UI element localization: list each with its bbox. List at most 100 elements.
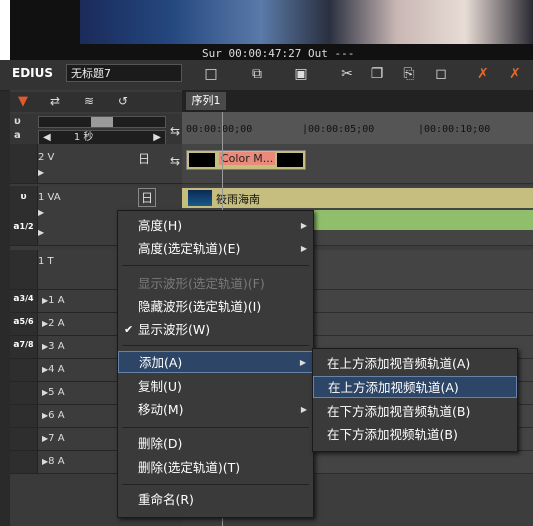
marker-icon[interactable]: ▼ bbox=[18, 94, 28, 109]
lock-icon[interactable]: υ bbox=[10, 192, 37, 202]
tab-sequence-1[interactable]: 序列1 bbox=[186, 92, 226, 110]
menu-item-add[interactable]: 添加(A) ▶ bbox=[118, 351, 313, 373]
preview-margin bbox=[0, 0, 10, 60]
new-project-icon[interactable]: □ bbox=[202, 65, 220, 83]
submenu-arrow-icon: ▶ bbox=[300, 405, 307, 414]
zoom-slider[interactable] bbox=[38, 116, 166, 128]
track-context-menu: 高度(H) ▶ 高度(选定轨道)(E) ▶ 显示波形(选定轨道)(F) 隐藏波形(选… bbox=[117, 210, 314, 518]
menu-item-show-waveform-selected: 显示波形(选定轨道)(F) bbox=[138, 276, 265, 291]
clip-video[interactable]: 筱雨海南 bbox=[182, 188, 533, 208]
expand-icon[interactable]: ▶ bbox=[38, 228, 44, 237]
project-title-field[interactable]: 无标题7 bbox=[66, 64, 182, 82]
track-label: ▶2 A bbox=[42, 318, 65, 329]
sync-icon[interactable]: ↺ bbox=[118, 94, 128, 108]
track-tools-bar: ▼ ⇄ ≋ ↺ bbox=[10, 92, 182, 112]
menu-item-show-waveform[interactable]: ✔ 显示波形(W) bbox=[118, 319, 313, 341]
zoom-left-arrow-icon[interactable]: ◀ bbox=[39, 132, 51, 143]
submenu-item-add-va-above[interactable]: 在上方添加视音频轨道(A) bbox=[313, 353, 517, 375]
stereo-badge: a7/8 bbox=[10, 336, 38, 358]
track-label: ▶5 A bbox=[42, 387, 65, 398]
menu-item-rename[interactable]: 重命名(R) bbox=[118, 489, 313, 511]
track-label: ▶8 A bbox=[42, 456, 65, 467]
submenu-arrow-icon: ▶ bbox=[300, 221, 307, 230]
track-label: 1 VA bbox=[38, 192, 61, 203]
split-icon[interactable]: ⇄ bbox=[50, 94, 60, 108]
sequence-tab-bar bbox=[182, 90, 533, 112]
submenu-arrow-icon: ▶ bbox=[300, 244, 307, 253]
lane-2v[interactable]: Color M... bbox=[182, 144, 533, 184]
ripple-delete-icon[interactable]: ✗ bbox=[506, 65, 524, 83]
menu-item-height-selected[interactable]: 高度(选定轨道)(E) ▶ bbox=[118, 238, 313, 260]
track-label: ▶6 A bbox=[42, 410, 65, 421]
menu-item-delete[interactable]: 删除(D) bbox=[118, 433, 313, 455]
menu-item-delete-selected[interactable]: 删除(选定轨道)(T) bbox=[118, 457, 313, 479]
paste-icon[interactable]: ⎘ bbox=[400, 65, 418, 83]
menu-item-move[interactable]: 移动(M) ▶ bbox=[118, 399, 313, 421]
track-label: 1 T bbox=[38, 256, 54, 267]
time-ruler[interactable]: 00:00:00;00 |00:00:05;00 |00:00:10;00 bbox=[182, 112, 533, 144]
menu-separator bbox=[122, 484, 309, 485]
menu-separator bbox=[122, 345, 309, 346]
submenu-item-add-v-above[interactable]: 在上方添加视频轨道(A) bbox=[313, 376, 517, 398]
menu-item-duplicate[interactable]: 复制(U) bbox=[118, 376, 313, 398]
track-icon bbox=[10, 359, 38, 381]
stereo-badge: a3/4 bbox=[10, 290, 38, 312]
clip-thumb-in bbox=[189, 153, 215, 167]
open-project-icon[interactable]: ⧉ bbox=[248, 65, 266, 83]
zoom-panel: ◀ 1 秒 ▶ υ a ⇆ bbox=[10, 114, 182, 145]
ruler-tick: 00:00:00;00 bbox=[186, 124, 253, 135]
cut-icon[interactable]: ✂ bbox=[338, 65, 356, 83]
menu-item-hide-waveform-selected[interactable]: 隐藏波形(选定轨道)(I) bbox=[118, 296, 313, 318]
track-label: ▶3 A bbox=[42, 341, 65, 352]
submenu-item-add-v-below[interactable]: 在下方添加视频轨道(B) bbox=[313, 424, 517, 446]
stereo-badge: a5/6 bbox=[10, 313, 38, 335]
clip-thumb bbox=[188, 190, 212, 206]
clip-thumb-out bbox=[277, 153, 303, 167]
clip-label: Color M... bbox=[219, 152, 276, 165]
track-icon bbox=[10, 451, 38, 473]
ripple-icon[interactable]: ≋ bbox=[84, 94, 94, 108]
zoom-value: 1 秒 bbox=[73, 132, 94, 143]
track-label: ▶7 A bbox=[42, 433, 65, 444]
save-icon[interactable]: ▣ bbox=[292, 65, 310, 83]
add-track-submenu: 在上方添加视音频轨道(A) 在上方添加视频轨道(A) 在下方添加视音频轨道(B)… bbox=[312, 348, 518, 452]
sync-lock-icon[interactable]: ⇆ bbox=[170, 124, 180, 138]
expand-icon[interactable]: ▶ bbox=[38, 208, 44, 217]
track-label: ▶1 A bbox=[42, 295, 65, 306]
preview-timecode: Sur 00:00:47:27 Out --- bbox=[202, 47, 355, 60]
audio-all-icon[interactable]: a bbox=[14, 130, 21, 141]
check-icon: ✔ bbox=[124, 323, 134, 336]
track-icon: υ a1/2 bbox=[10, 186, 38, 245]
video-mute-icon[interactable]: 日 bbox=[138, 188, 157, 207]
ruler-tick: |00:00:05;00 bbox=[302, 124, 375, 135]
menu-separator bbox=[122, 427, 309, 428]
clip-color-matte[interactable]: Color M... bbox=[186, 150, 306, 170]
ruler-tick: |00:00:10;00 bbox=[418, 124, 491, 135]
preview-monitor: Sur 00:00:47:27 Out --- bbox=[0, 0, 533, 60]
submenu-item-add-va-below[interactable]: 在下方添加视音频轨道(B) bbox=[313, 401, 517, 423]
delete-icon[interactable]: ✗ bbox=[474, 65, 492, 83]
video-mute-icon[interactable]: 日 bbox=[138, 150, 150, 167]
app-logo: EDIUS bbox=[12, 66, 54, 80]
sync-icon[interactable]: ⇆ bbox=[170, 154, 180, 168]
track-icon bbox=[10, 144, 38, 183]
track-icon bbox=[10, 382, 38, 404]
preview-frame bbox=[80, 0, 533, 44]
track-label: 2 V bbox=[38, 152, 55, 163]
zoom-select[interactable]: ◀ 1 秒 ▶ bbox=[38, 130, 166, 145]
zoom-right-arrow-icon[interactable]: ▶ bbox=[153, 131, 161, 144]
lock-all-icon[interactable]: υ bbox=[14, 116, 21, 127]
track-header-2v[interactable]: 2 V ▶ 日 ⇆ bbox=[10, 144, 182, 184]
link-icon[interactable]: ◻ bbox=[432, 65, 450, 83]
copy-icon[interactable]: ❐ bbox=[368, 65, 386, 83]
track-icon bbox=[10, 405, 38, 427]
track-icon bbox=[10, 250, 38, 289]
stereo-badge: a1/2 bbox=[13, 222, 34, 232]
menu-separator bbox=[122, 265, 309, 266]
expand-icon[interactable]: ▶ bbox=[38, 168, 44, 177]
submenu-arrow-icon: ▶ bbox=[299, 358, 306, 367]
zoom-slider-thumb[interactable] bbox=[91, 117, 113, 127]
track-label: ▶4 A bbox=[42, 364, 65, 375]
menu-item-height[interactable]: 高度(H) ▶ bbox=[118, 215, 313, 237]
track-icon bbox=[10, 428, 38, 450]
